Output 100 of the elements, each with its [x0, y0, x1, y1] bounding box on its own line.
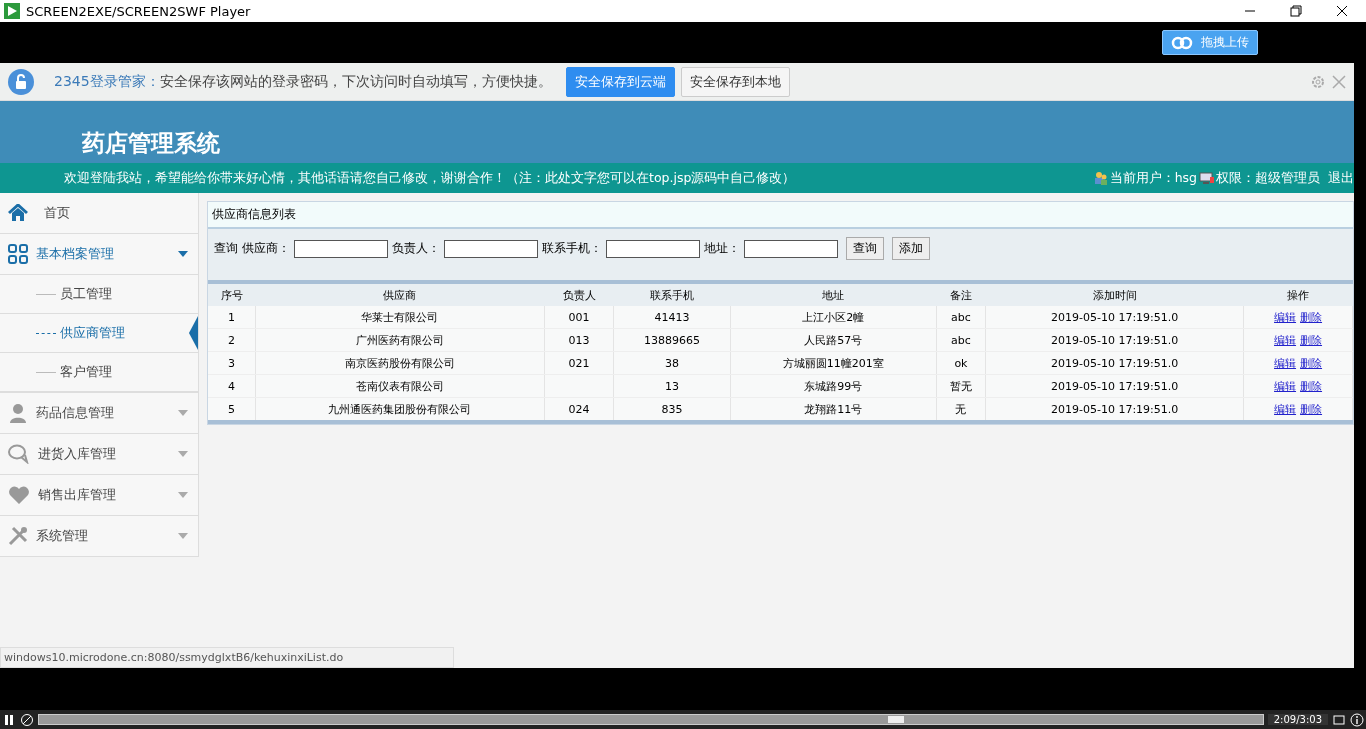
table-cell: abc	[951, 310, 971, 324]
person-icon	[8, 403, 28, 423]
progress-track[interactable]	[38, 714, 1264, 725]
panel-title: 供应商信息列表	[208, 202, 1353, 229]
column-header: 序号	[208, 284, 256, 306]
sidebar-item[interactable]: 药品信息管理	[0, 393, 198, 434]
users-icon	[1093, 171, 1108, 185]
table-cell: 暂无	[949, 379, 972, 393]
input-field[interactable]	[444, 239, 538, 258]
action-link[interactable]: 删除	[1300, 379, 1323, 393]
table-cell: 001	[568, 310, 590, 324]
table-cell: 41413	[654, 310, 690, 324]
table-cell: 024	[568, 402, 590, 416]
active-pointer-icon	[189, 316, 198, 350]
caret-icon	[178, 492, 188, 498]
table-cell: 835	[661, 402, 683, 416]
table-cell: 5	[228, 402, 235, 416]
input-field[interactable]	[606, 239, 700, 258]
chat-icon	[8, 444, 30, 464]
table-cell: 无	[955, 402, 967, 416]
playback-time: 2:09/3:03	[1267, 714, 1328, 725]
table-cell: 苍南仪表有限公司	[355, 379, 444, 393]
table-cell: 2	[228, 333, 235, 347]
table-cell: 4	[228, 379, 235, 393]
mute-icon[interactable]	[20, 712, 34, 727]
sidebar-subitem[interactable]: 供应商管理	[0, 314, 198, 353]
sidebar-item[interactable]: 销售出库管理	[0, 475, 198, 516]
column-header: 地址	[730, 284, 937, 306]
save-password-button[interactable]: 安全保存到本地	[680, 66, 790, 97]
table-cell: 南京医药股份有限公司	[344, 356, 455, 370]
table-cell: 13	[665, 379, 680, 393]
table-cell: 2019-05-10 17:19:51.0	[1050, 379, 1179, 393]
action-link[interactable]: 编辑	[1274, 333, 1297, 347]
caret-icon	[178, 451, 188, 457]
close-icon[interactable]	[1336, 5, 1348, 17]
table-cell: 2019-05-10 17:19:51.0	[1050, 310, 1179, 324]
action-link[interactable]: 编辑	[1274, 356, 1297, 370]
column-header: 负责人	[544, 284, 614, 306]
column-header: 操作	[1243, 284, 1353, 306]
column-header: 备注	[936, 284, 986, 306]
table-cell: abc	[951, 333, 971, 347]
field-label: 供应商：	[242, 240, 290, 257]
app-title: 药店管理系统	[82, 129, 220, 158]
password-manager-message: 2345登录管家：安全保存该网站的登录密码，下次访问时自动填写，方便快捷。	[54, 72, 552, 91]
table-cell: 013	[568, 333, 590, 347]
table-cell: 人民路57号	[804, 333, 863, 347]
info-icon[interactable]	[1350, 712, 1364, 727]
table-cell: 021	[568, 356, 590, 370]
column-header: 联系手机	[613, 284, 731, 306]
table-cell: 华莱士有限公司	[361, 310, 439, 324]
table-cell: 九州通医药集团股份有限公司	[328, 402, 472, 416]
caret-icon	[178, 251, 188, 257]
table-cell: 2019-05-10 17:19:51.0	[1050, 402, 1179, 416]
sidebar-item[interactable]: 首页	[0, 193, 198, 234]
grid-icon	[8, 244, 28, 264]
sidebar-subitem[interactable]: 客户管理	[0, 353, 198, 392]
action-link[interactable]: 删除	[1300, 310, 1323, 324]
sidebar-item[interactable]: 系统管理	[0, 516, 198, 557]
table-cell: 广州医药有限公司	[355, 333, 444, 347]
field-label: 地址：	[704, 240, 740, 257]
action-link[interactable]: 编辑	[1274, 379, 1297, 393]
window-title: SCREEN2EXE/SCREEN2SWF Player	[26, 3, 251, 19]
sidebar-item[interactable]: 进货入库管理	[0, 434, 198, 475]
input-field[interactable]	[294, 239, 388, 258]
table-cell: ok	[954, 356, 968, 370]
fullscreen-icon[interactable]	[1332, 712, 1346, 727]
logout-link[interactable]: 退出	[1328, 169, 1354, 187]
table-cell: 2019-05-10 17:19:51.0	[1050, 333, 1179, 347]
input-field[interactable]	[744, 239, 838, 258]
pause-icon[interactable]	[2, 712, 16, 727]
current-user: 当前用户：hsg	[1109, 169, 1197, 187]
action-link[interactable]: 删除	[1300, 402, 1323, 416]
action-link[interactable]: 编辑	[1274, 402, 1297, 416]
column-header: 添加时间	[985, 284, 1244, 306]
table-cell: 1	[228, 310, 235, 324]
column-header: 供应商	[255, 284, 545, 306]
heart-icon	[8, 486, 30, 504]
form-button[interactable]: 查询	[846, 237, 884, 260]
table-cell: 东城路99号	[804, 379, 863, 393]
sidebar-subitem[interactable]: 员工管理	[0, 275, 198, 314]
table-cell: 2019-05-10 17:19:51.0	[1050, 356, 1179, 370]
form-button[interactable]: 添加	[892, 237, 930, 260]
user-role: 权限：超级管理员	[1216, 169, 1320, 187]
action-link[interactable]: 删除	[1300, 333, 1323, 347]
action-link[interactable]: 删除	[1300, 356, 1323, 370]
search-label: 查询	[214, 240, 238, 257]
computer-icon	[1199, 171, 1214, 185]
table-cell: 38	[665, 356, 680, 370]
welcome-notice: 欢迎登陆我站，希望能给你带来好心情，其他话语请您自己修改，谢谢合作！（注：此处文字您可以在top.jsp源码中自己修改）	[64, 169, 796, 187]
table-cell: 3	[228, 356, 235, 370]
progress-thumb[interactable]	[887, 716, 904, 723]
sidebar-item[interactable]: 基本档案管理	[0, 234, 198, 275]
field-label: 联系手机：	[542, 240, 602, 257]
restore-icon[interactable]	[1290, 5, 1302, 17]
table-cell: 上江小区2幢	[802, 310, 865, 324]
cloud-icon	[1171, 35, 1193, 50]
table-cell: 13889665	[644, 333, 701, 347]
table-cell: 方城丽圆11幢201室	[782, 356, 884, 370]
action-link[interactable]: 编辑	[1274, 310, 1297, 324]
table-cell: 龙翔路11号	[804, 402, 863, 416]
